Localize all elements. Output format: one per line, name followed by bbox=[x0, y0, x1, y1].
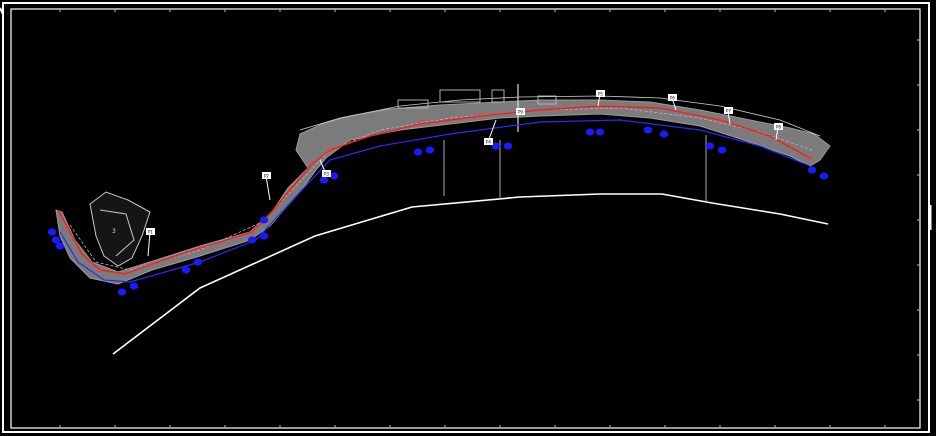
blue-marker bbox=[491, 142, 501, 150]
cad-drawing-canvas[interactable]: 3 P1 P2 P3 P4 P5 P6 P7 P8 P9 bbox=[0, 0, 936, 436]
callout-label: P4 bbox=[486, 140, 491, 145]
blue-marker bbox=[117, 288, 127, 296]
blue-marker bbox=[259, 232, 269, 240]
blue-marker bbox=[659, 130, 669, 138]
centerline-vertex bbox=[150, 262, 154, 266]
blue-marker bbox=[181, 266, 191, 274]
blue-marker bbox=[425, 146, 435, 154]
centerline-vertex bbox=[598, 104, 602, 108]
centerline-vertex bbox=[98, 268, 102, 272]
compound-label: 3 bbox=[112, 228, 116, 235]
blue-marker bbox=[643, 126, 653, 134]
centerline-vertex bbox=[198, 246, 202, 250]
blue-marker bbox=[319, 176, 329, 184]
callout-label: P2 bbox=[264, 174, 269, 179]
blue-marker bbox=[413, 148, 423, 156]
blue-marker bbox=[247, 236, 257, 244]
blue-marker bbox=[717, 146, 727, 154]
callout-label: P3 bbox=[324, 172, 329, 177]
blue-marker bbox=[595, 128, 605, 136]
centerline-vertex bbox=[478, 114, 482, 118]
callout-label: P8 bbox=[776, 125, 781, 130]
centerline-vertex bbox=[808, 156, 812, 160]
callout-label: P7 bbox=[726, 109, 731, 114]
blue-marker bbox=[705, 142, 715, 150]
centerline-vertex bbox=[328, 148, 332, 152]
blue-marker bbox=[259, 216, 269, 224]
blue-marker bbox=[585, 128, 595, 136]
centerline-vertex bbox=[66, 226, 70, 230]
blue-marker bbox=[807, 166, 817, 174]
blue-marker bbox=[129, 282, 139, 290]
callout-label: P6 bbox=[670, 96, 675, 101]
blue-marker bbox=[55, 242, 65, 250]
callout-tag[interactable]: P9 bbox=[516, 108, 525, 115]
cad-viewport[interactable]: 3 P1 P2 P3 P4 P5 P6 P7 P8 P9 bbox=[0, 0, 936, 436]
centerline-vertex bbox=[418, 122, 422, 126]
blue-marker bbox=[819, 172, 829, 180]
callout-label: P9 bbox=[518, 110, 523, 115]
blue-marker bbox=[329, 172, 339, 180]
centerline-vertex bbox=[310, 162, 314, 166]
centerline-vertex bbox=[718, 118, 722, 122]
blue-marker bbox=[47, 228, 57, 236]
blue-marker bbox=[503, 142, 513, 150]
callout-label: P1 bbox=[148, 230, 153, 235]
callout-label: P5 bbox=[598, 92, 603, 97]
centerline-vertex bbox=[288, 188, 292, 192]
centerline-vertex bbox=[250, 230, 254, 234]
blue-marker bbox=[193, 258, 203, 266]
